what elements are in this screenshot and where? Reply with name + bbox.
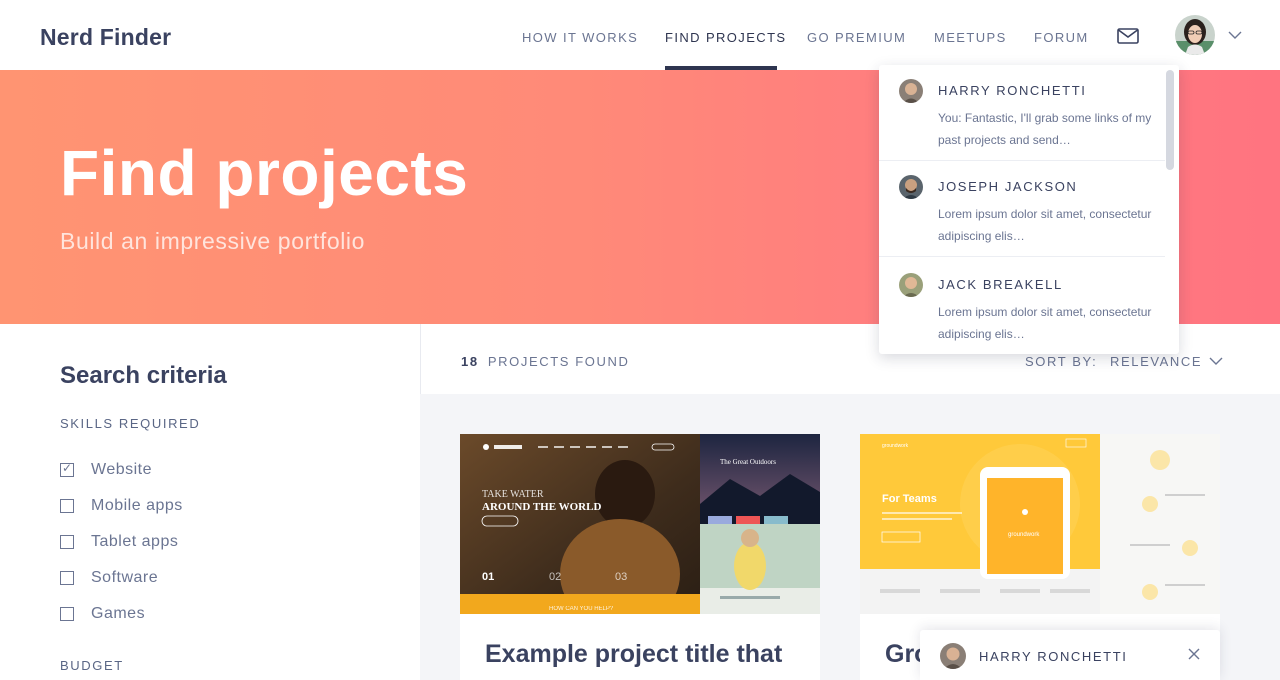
avatar bbox=[899, 273, 923, 297]
dropdown-scrollbar[interactable] bbox=[1166, 70, 1174, 170]
mail-icon[interactable] bbox=[1117, 28, 1139, 44]
chevron-down-icon[interactable] bbox=[1228, 30, 1242, 40]
message-item[interactable]: HARRY RONCHETTI You: Fantastic, I'll gra… bbox=[879, 65, 1165, 161]
user-avatar[interactable] bbox=[1175, 15, 1215, 55]
budget-label: BUDGET bbox=[60, 658, 124, 673]
thumb-headline-1: TAKE WATER bbox=[482, 489, 544, 500]
message-preview: Lorem ipsum dolor sit amet, consectetur … bbox=[938, 207, 1152, 243]
sort-by-label: SORT BY: bbox=[1025, 354, 1098, 369]
close-icon[interactable] bbox=[1188, 648, 1200, 660]
skill-checkbox-games[interactable]: Games bbox=[60, 604, 145, 624]
skill-label: Games bbox=[91, 605, 146, 622]
skill-checkbox-software[interactable]: Software bbox=[60, 568, 158, 588]
svg-text:groundwork: groundwork bbox=[1008, 532, 1040, 538]
skill-label: Software bbox=[91, 569, 159, 586]
skill-checkbox-website[interactable]: ✓ Website bbox=[60, 460, 152, 480]
projects-found: 18 PROJECTS FOUND bbox=[461, 354, 629, 369]
thumb-footer: HOW CAN YOU HELP? bbox=[549, 606, 614, 612]
project-title[interactable]: Example project title that bbox=[485, 640, 782, 669]
checkbox-icon[interactable] bbox=[60, 499, 74, 513]
messages-dropdown: HARRY RONCHETTI You: Fantastic, I'll gra… bbox=[879, 65, 1179, 354]
skill-label: Tablet apps bbox=[91, 533, 179, 550]
message-preview: Lorem ipsum dolor sit amet, consectetur … bbox=[938, 305, 1152, 341]
message-sender: JACK BREAKELL bbox=[938, 277, 1063, 292]
page-subtitle: Build an impressive portfolio bbox=[60, 228, 366, 254]
checkbox-checked-icon[interactable]: ✓ bbox=[60, 461, 74, 477]
thumb-brand: groundwork bbox=[882, 443, 909, 449]
svg-text:01: 01 bbox=[482, 571, 494, 583]
nav-go-premium[interactable]: GO PREMIUM bbox=[807, 30, 906, 45]
project-thumbnail: TAKE WATER AROUND THE WORLD 01 02 03 HOW… bbox=[460, 434, 820, 614]
message-sender: HARRY RONCHETTI bbox=[938, 83, 1087, 98]
avatar bbox=[899, 79, 923, 103]
chevron-down-icon[interactable] bbox=[1209, 356, 1223, 366]
svg-text:02: 02 bbox=[549, 571, 561, 583]
message-sender: JOSEPH JACKSON bbox=[938, 179, 1078, 194]
projects-count: 18 bbox=[461, 354, 479, 369]
avatar bbox=[940, 643, 966, 669]
avatar bbox=[899, 175, 923, 199]
project-card[interactable]: TAKE WATER AROUND THE WORLD 01 02 03 HOW… bbox=[460, 434, 820, 680]
skill-checkbox-tablet-apps[interactable]: Tablet apps bbox=[60, 532, 178, 552]
chat-contact-name: HARRY RONCHETTI bbox=[979, 649, 1128, 664]
logo[interactable]: Nerd Finder bbox=[40, 24, 171, 51]
chat-window-bar[interactable]: HARRY RONCHETTI bbox=[920, 630, 1220, 680]
nav-how-it-works[interactable]: HOW IT WORKS bbox=[522, 30, 638, 45]
message-preview: You: Fantastic, I'll grab some links of … bbox=[938, 111, 1152, 147]
thumb-headline-2: AROUND THE WORLD bbox=[482, 501, 601, 513]
svg-text:03: 03 bbox=[615, 571, 627, 583]
skill-label: Website bbox=[91, 461, 153, 478]
nav-find-projects[interactable]: FIND PROJECTS bbox=[665, 30, 786, 45]
page-title: Find projects bbox=[60, 137, 469, 209]
top-header: Nerd Finder HOW IT WORKS FIND PROJECTS G… bbox=[0, 0, 1280, 70]
thumb-headline: For Teams bbox=[882, 493, 937, 505]
message-item[interactable]: JACK BREAKELL Lorem ipsum dolor sit amet… bbox=[879, 259, 1165, 354]
search-criteria-panel: Search criteria SKILLS REQUIRED ✓ Websit… bbox=[0, 324, 420, 680]
projects-found-label: PROJECTS FOUND bbox=[487, 354, 630, 369]
thumb-side-title: The Great Outdoors bbox=[720, 458, 776, 466]
nav-forum[interactable]: FORUM bbox=[1034, 30, 1089, 45]
search-criteria-title: Search criteria bbox=[60, 362, 227, 389]
message-item[interactable]: JOSEPH JACKSON Lorem ipsum dolor sit ame… bbox=[879, 161, 1165, 257]
checkbox-icon[interactable] bbox=[60, 607, 74, 621]
skill-checkbox-mobile-apps[interactable]: Mobile apps bbox=[60, 496, 183, 516]
sort-select[interactable]: RELEVANCE bbox=[1110, 354, 1202, 369]
checkbox-icon[interactable] bbox=[60, 535, 74, 549]
nav-meetups[interactable]: MEETUPS bbox=[934, 30, 1007, 45]
checkbox-icon[interactable] bbox=[60, 571, 74, 585]
skill-label: Mobile apps bbox=[91, 497, 183, 514]
project-thumbnail: groundwork groundwork For Teams bbox=[860, 434, 1220, 614]
skills-required-label: SKILLS REQUIRED bbox=[60, 416, 201, 431]
